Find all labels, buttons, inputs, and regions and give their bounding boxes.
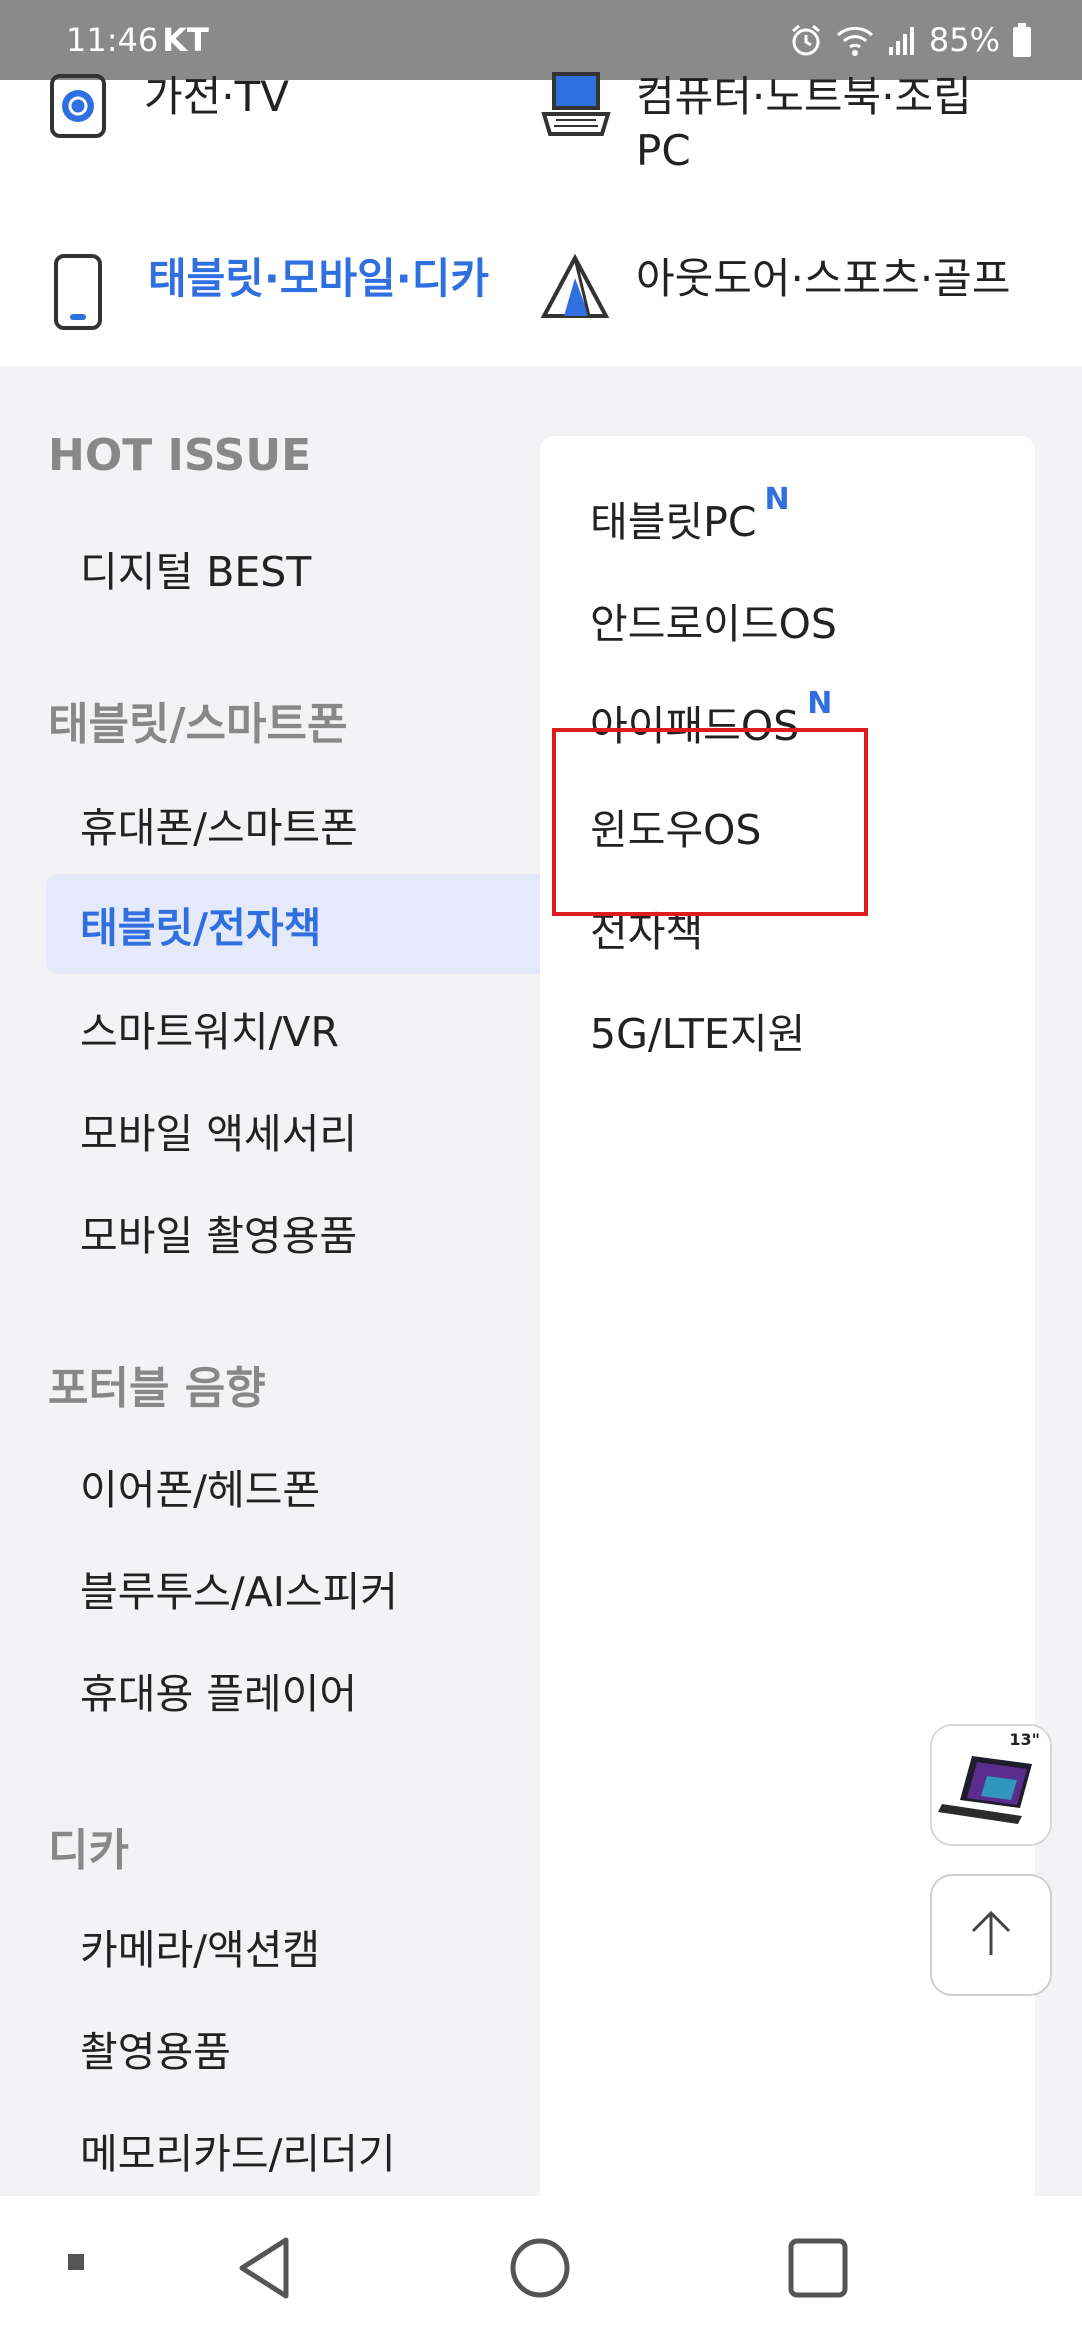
right-item-tablet-pc[interactable]: 태블릿PC N (590, 482, 790, 548)
category-computer[interactable]: 컴퓨터·노트북·조립PC (540, 70, 1040, 178)
category-label: 가전·TV (144, 72, 290, 121)
left-item-earphone[interactable]: 이어폰/헤드폰 (46, 1436, 540, 1536)
category-appliance-tv[interactable]: 가전·TV (48, 70, 289, 150)
status-time: 11:46 (66, 21, 159, 59)
recent-dot-icon[interactable] (66, 2252, 86, 2272)
right-item-label: 태블릿PC (590, 498, 757, 546)
back-icon[interactable] (236, 2236, 292, 2300)
left-item-mobile-accessory[interactable]: 모바일 액세서리 (46, 1080, 540, 1180)
category-label: 태블릿·모바일·디카 (148, 254, 490, 303)
left-item-tablet-ebook[interactable]: 태블릿/전자책 (46, 874, 540, 974)
left-item-smartwatch[interactable]: 스마트워치/VR (46, 978, 540, 1078)
new-badge: N (764, 482, 790, 517)
left-item-bluetooth-speaker[interactable]: 블루투스/AI스피커 (46, 1538, 540, 1638)
right-item-android-os[interactable]: 안드로이드OS (590, 590, 837, 650)
battery-icon (1012, 23, 1032, 57)
size-badge: 13" (1009, 1730, 1040, 1749)
status-carrier: KT (162, 21, 209, 59)
alarm-icon (789, 23, 823, 57)
navigation-bar (0, 2196, 1082, 2342)
battery-text: 85% (928, 21, 1000, 59)
status-bar: 11:46 KT 85% (0, 0, 1082, 80)
category-tablet-mobile-camera[interactable]: 태블릿·모바일·디카 (52, 252, 489, 332)
arrow-up-icon (963, 1905, 1019, 1965)
right-item-label: 5G/LTE지원 (590, 1010, 806, 1058)
left-item-digital-best[interactable]: 디지털 BEST (46, 518, 540, 618)
category-label: 컴퓨터·노트북·조립PC (636, 72, 972, 175)
group-title-portable-audio: 포터블 음향 (48, 1363, 266, 1414)
signal-icon (887, 25, 917, 55)
left-item-phone[interactable]: 휴대폰/스마트폰 (46, 774, 540, 874)
right-item-label: 안드로이드OS (590, 600, 837, 648)
group-title-hot-issue: HOT ISSUE (48, 430, 312, 481)
overview-icon[interactable] (786, 2236, 850, 2300)
appliance-icon (48, 70, 108, 150)
wifi-icon (835, 23, 875, 57)
group-title-tablet-smartphone: 태블릿/스마트폰 (48, 699, 348, 750)
phone-icon (52, 252, 112, 332)
category-label: 아웃도어·스포츠·골프 (636, 254, 1011, 303)
subcategory-area: HOT ISSUE 디지털 BEST 태블릿/스마트폰 휴대폰/스마트폰 태블릿… (0, 366, 1082, 2196)
left-item-memory-card[interactable]: 메모리카드/리더기 (46, 2100, 540, 2200)
left-item-camera[interactable]: 카메라/액션캠 (46, 1896, 540, 1996)
group-title-camera: 디카 (48, 1825, 129, 1876)
left-item-camera-gear[interactable]: 촬영용품 (46, 1998, 540, 2098)
left-item-mobile-camera-gear[interactable]: 모바일 촬영용품 (46, 1182, 540, 1282)
recent-product-thumbnail[interactable]: 13" (930, 1724, 1052, 1846)
new-badge: N (807, 686, 833, 721)
home-icon[interactable] (508, 2236, 572, 2300)
highlight-box (552, 728, 868, 916)
tent-icon (540, 252, 610, 332)
left-item-portable-player[interactable]: 휴대용 플레이어 (46, 1640, 540, 1740)
scroll-top-button[interactable] (930, 1874, 1052, 1996)
category-outdoor-sports-golf[interactable]: 아웃도어·스포츠·골프 (540, 252, 1010, 332)
right-item-5g-lte[interactable]: 5G/LTE지원 (590, 1000, 805, 1060)
laptop-icon (540, 70, 611, 150)
top-category-grid: 가전·TV 컴퓨터·노트북·조립PC 태블릿·모바일·디카 아웃도어·스포츠·골… (0, 72, 1082, 366)
